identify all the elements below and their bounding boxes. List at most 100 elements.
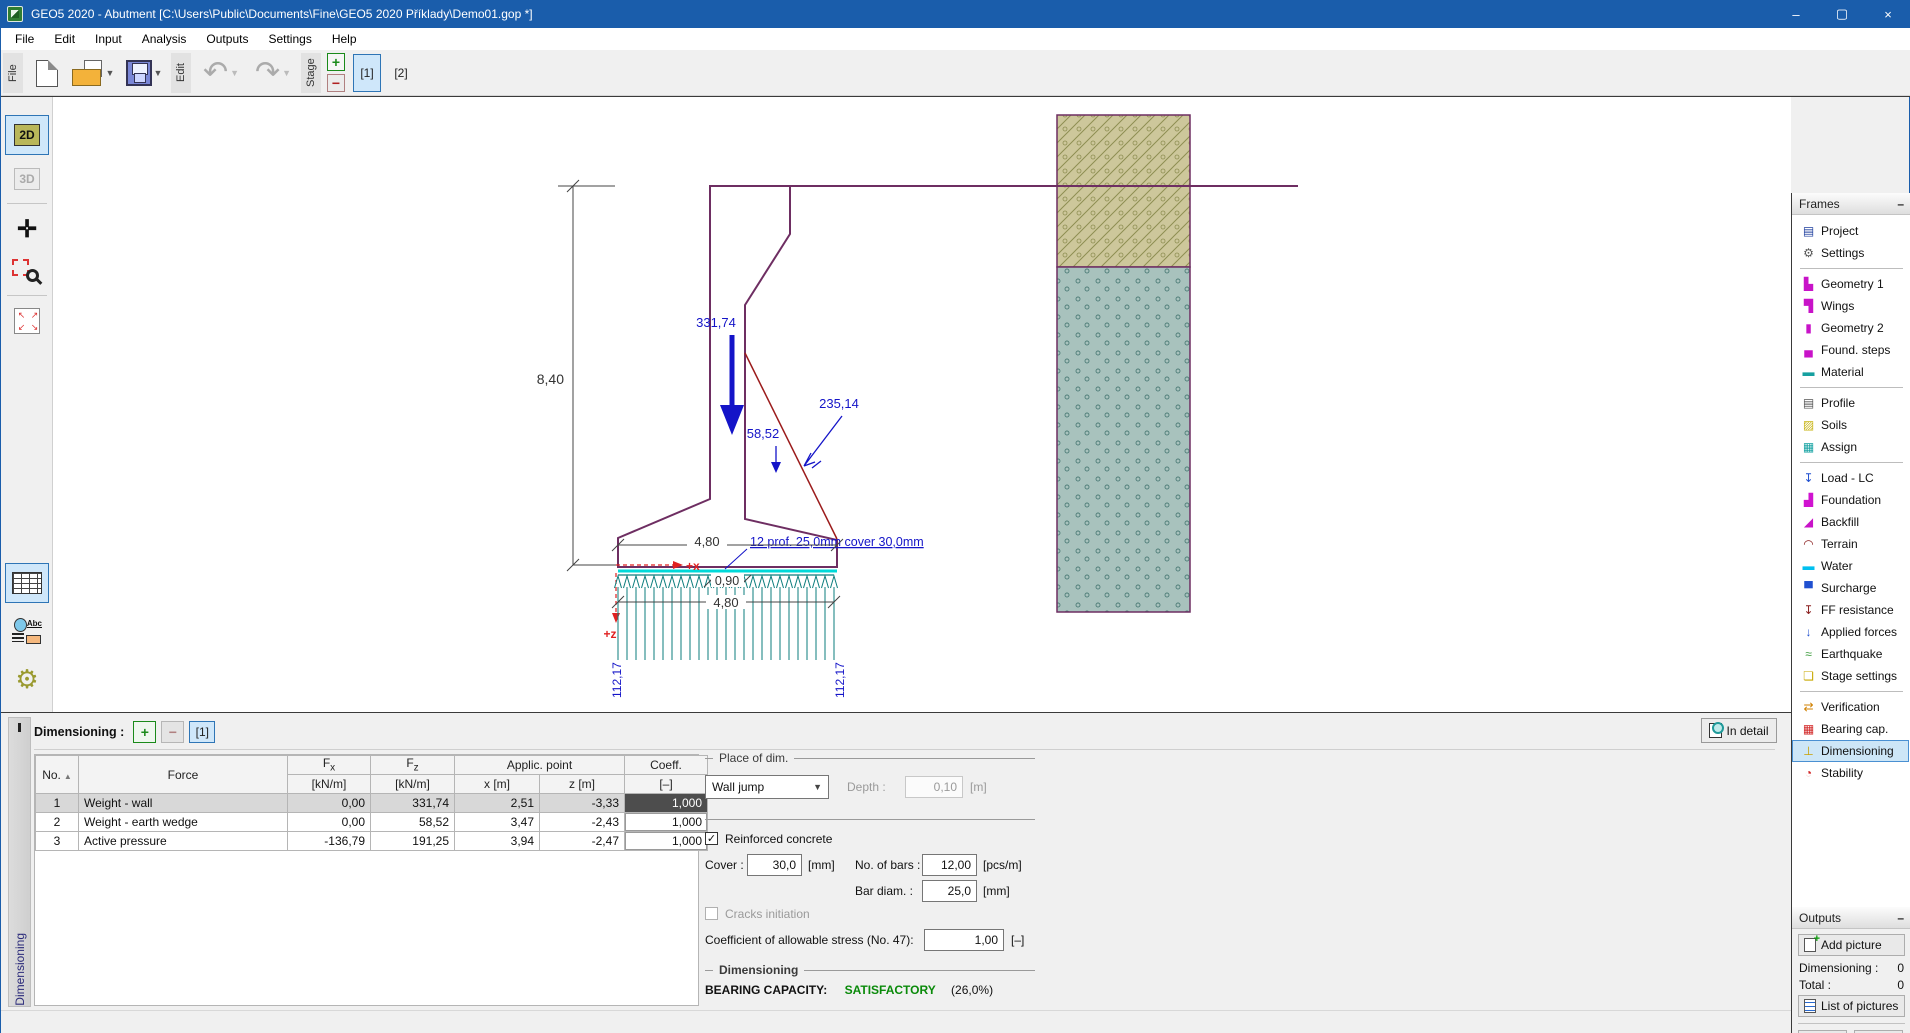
menu-help[interactable]: Help [322, 29, 367, 49]
drawing-settings-button[interactable]: ⚙ [5, 659, 49, 699]
cracks-initiation-checkbox[interactable] [705, 907, 718, 920]
forces-table-container: No.▲ Force Fx Fz Applic. point Coeff. [k… [34, 754, 699, 1006]
table-view-button[interactable] [5, 563, 49, 603]
sidebar-item-wings[interactable]: ▜Wings [1792, 295, 1910, 317]
sidebar-item-applied-forces[interactable]: ↓Applied forces [1792, 621, 1910, 643]
sidebar-item-surcharge[interactable]: ▀Surcharge [1792, 577, 1910, 599]
menu-settings[interactable]: Settings [258, 29, 321, 49]
sidebar-item-dimensioning[interactable]: ⊥Dimensioning [1792, 740, 1909, 762]
view-2d-button[interactable]: 2D [5, 115, 49, 155]
wings-icon: ▜ [1801, 299, 1816, 313]
in-detail-button[interactable]: In detail [1701, 718, 1777, 743]
save-file-button[interactable]: ▼ [123, 53, 165, 93]
coeff-cell[interactable]: 1,000 [625, 832, 708, 851]
sidebar-item-material[interactable]: ▬Material [1792, 361, 1910, 383]
file-group-label[interactable]: File [3, 53, 23, 93]
remove-stage-button[interactable]: − [327, 74, 345, 92]
sidebar-item-soils[interactable]: ▨Soils [1792, 414, 1910, 436]
menu-outputs[interactable]: Outputs [196, 29, 258, 49]
list-of-pictures-button[interactable]: List of pictures [1798, 995, 1905, 1017]
stage-2-button[interactable]: [2] [387, 54, 415, 92]
bars-field[interactable]: 12,00 [922, 854, 977, 876]
frames-list: ▤Project ⚙Settings ▙Geometry 1 ▜Wings ▮G… [1792, 215, 1910, 784]
sidebar-item-terrain[interactable]: ◠Terrain [1792, 533, 1910, 555]
sidebar-item-earthquake[interactable]: ≈Earthquake [1792, 643, 1910, 665]
panel-side-strip[interactable]: Dimensioning [8, 717, 31, 1007]
maximize-button[interactable]: ▢ [1819, 0, 1865, 28]
sidebar-item-load-lc[interactable]: ↧Load - LC [1792, 467, 1910, 489]
col-coeff[interactable]: Coeff. [625, 756, 708, 775]
table-row[interactable]: 2 Weight - earth wedge 0,00 58,52 3,47 -… [36, 813, 708, 832]
col-force[interactable]: Force [79, 756, 288, 794]
stage-1-button[interactable]: [1] [353, 54, 381, 92]
force-wall-label: 331,74 [696, 315, 736, 330]
coeff-cell[interactable]: 1,000 [625, 813, 708, 832]
add-picture-button[interactable]: + Add picture [1798, 934, 1905, 956]
sidebar-item-profile[interactable]: ▤Profile [1792, 392, 1910, 414]
col-no[interactable]: No.▲ [36, 756, 79, 794]
zoom-fit-button[interactable]: ↖↗↙↘ [5, 301, 49, 341]
menu-file[interactable]: File [5, 29, 44, 49]
remove-row-button[interactable]: − [161, 721, 184, 743]
coeff-allowable-field[interactable]: 1,00 [924, 929, 1004, 951]
coeff-cell[interactable]: 1,000 [625, 794, 708, 813]
pan-button[interactable]: ✛ [5, 209, 49, 249]
new-file-button[interactable] [29, 53, 65, 93]
zoom-window-button[interactable] [5, 251, 49, 291]
outputs-minimize-icon[interactable]: – [1897, 911, 1904, 925]
add-row-button[interactable]: + [133, 721, 156, 743]
title-bar: GEO5 2020 - Abutment [C:\Users\Public\Do… [1, 0, 1910, 28]
close-button[interactable]: × [1865, 0, 1910, 28]
sidebar-item-ff-resistance[interactable]: ↧FF resistance [1792, 599, 1910, 621]
reinforced-concrete-checkbox[interactable]: ✓ [705, 832, 718, 845]
drawing-canvas[interactable]: 8,40 331,74 58,52 235,14 12 prof. 25,0mm… [53, 97, 1791, 713]
sidebar-item-settings[interactable]: ⚙Settings [1792, 242, 1910, 264]
menu-input[interactable]: Input [85, 29, 132, 49]
sidebar-item-backfill[interactable]: ◢Backfill [1792, 511, 1910, 533]
undo-dropdown-caret[interactable]: ▼ [230, 68, 239, 78]
forces-table[interactable]: No.▲ Force Fx Fz Applic. point Coeff. [k… [35, 755, 708, 851]
depth-field[interactable]: 0,10 [905, 776, 963, 798]
splitter-handle[interactable] [18, 723, 21, 732]
sidebar-item-verification[interactable]: ⇄Verification [1792, 696, 1910, 718]
table-row[interactable]: 1 Weight - wall 0,00 331,74 2,51 -3,33 1… [36, 794, 708, 813]
sidebar-item-stage-settings[interactable]: ❏Stage settings [1792, 665, 1910, 687]
outputs-panel: Outputs – + Add picture Dimensioning : 0… [1792, 907, 1910, 1033]
frames-minimize-icon[interactable]: – [1897, 197, 1904, 211]
verification-icon: ⇄ [1801, 700, 1816, 714]
water-icon: ▬ [1801, 559, 1816, 573]
edit-group-label[interactable]: Edit [171, 53, 191, 93]
save-dropdown-caret[interactable]: ▼ [154, 68, 163, 78]
sidebar-item-stability[interactable]: ◔Stability [1792, 762, 1910, 784]
col-applic-point[interactable]: Applic. point [455, 756, 625, 775]
sidebar-item-found-steps[interactable]: ▄Found. steps [1792, 339, 1910, 361]
sidebar-item-bearing-cap[interactable]: ▦Bearing cap. [1792, 718, 1910, 740]
place-of-dim-select[interactable]: Wall jump ▼ [705, 775, 829, 799]
sidebar-item-water[interactable]: ▬Water [1792, 555, 1910, 577]
add-stage-button[interactable]: + [327, 53, 345, 71]
sidebar-item-project[interactable]: ▤Project [1792, 220, 1910, 242]
open-file-button[interactable]: ▼ [69, 53, 117, 93]
sidebar-item-geometry1[interactable]: ▙Geometry 1 [1792, 273, 1910, 295]
cover-field[interactable]: 30,0 [747, 854, 802, 876]
bars-unit: [pcs/m] [983, 858, 1022, 872]
col-fx[interactable]: Fx [288, 756, 371, 775]
undo-button[interactable]: ↶ ▼ [197, 53, 245, 93]
minimize-button[interactable]: – [1773, 0, 1819, 28]
open-dropdown-caret[interactable]: ▼ [106, 68, 115, 78]
redo-dropdown-caret[interactable]: ▼ [282, 68, 291, 78]
dimensioning-section-header: Dimensioning [705, 963, 1035, 977]
sidebar-item-foundation[interactable]: ▟Foundation [1792, 489, 1910, 511]
sidebar-item-assign[interactable]: ▦Assign [1792, 436, 1910, 458]
menu-analysis[interactable]: Analysis [132, 29, 197, 49]
panel-stage-button[interactable]: [1] [189, 721, 215, 743]
table-row[interactable]: 3 Active pressure -136,79 191,25 3,94 -2… [36, 832, 708, 851]
bar-diam-field[interactable]: 25,0 [922, 880, 977, 902]
sidebar-item-geometry2[interactable]: ▮Geometry 2 [1792, 317, 1910, 339]
menu-edit[interactable]: Edit [44, 29, 85, 49]
picture-settings-button[interactable]: Abc [5, 611, 49, 651]
view-3d-button[interactable]: 3D [5, 159, 49, 199]
col-fz[interactable]: Fz [371, 756, 455, 775]
force-wedge-arrowhead [771, 462, 781, 473]
redo-button[interactable]: ↷ ▼ [249, 53, 297, 93]
